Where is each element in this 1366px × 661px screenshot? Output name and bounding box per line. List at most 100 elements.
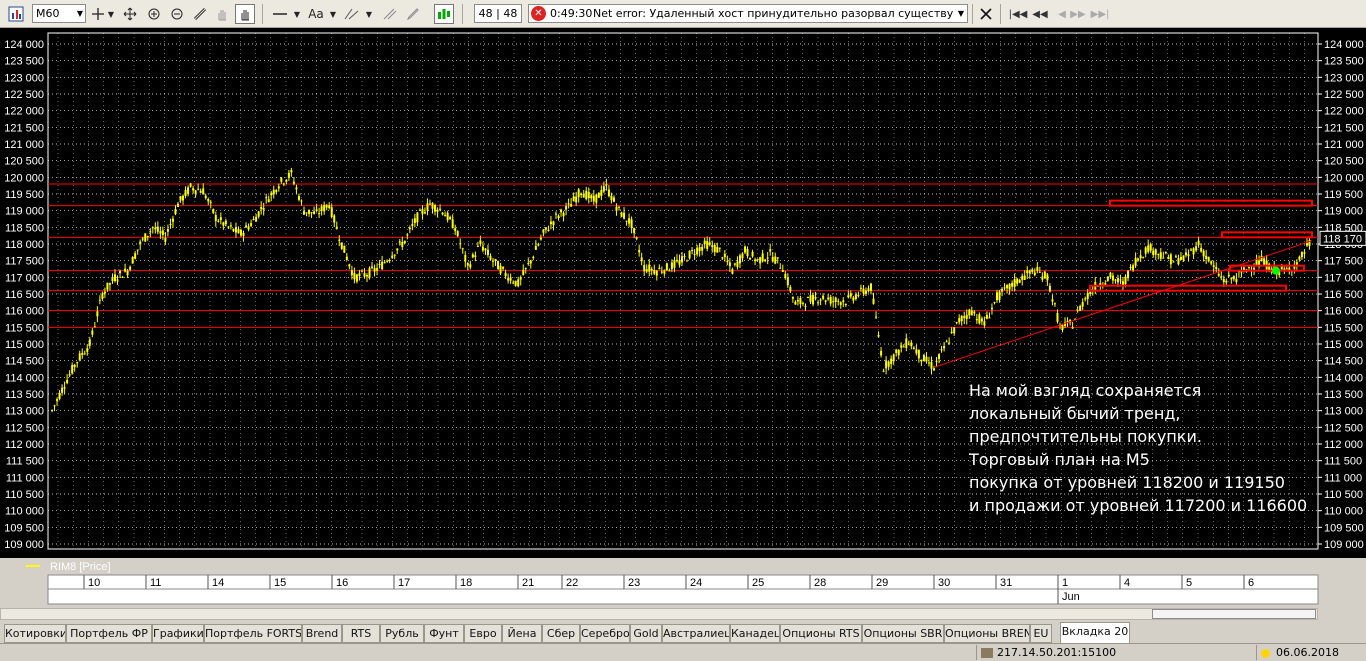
ruler-icon[interactable]	[190, 4, 210, 24]
candle-body	[204, 195, 207, 199]
tab-2[interactable]: Графики	[152, 624, 204, 643]
candle-body	[696, 247, 699, 255]
candle-body	[812, 294, 815, 305]
tab-14[interactable]: Канадец	[730, 624, 780, 643]
toolbar-separator	[1000, 4, 1001, 24]
tab-11[interactable]: Серебро	[580, 624, 630, 643]
tab-13[interactable]: Австралиец	[662, 624, 730, 643]
tab-16[interactable]: Опционы SBR	[862, 624, 944, 643]
candle-body	[910, 342, 913, 347]
candle-body	[245, 225, 248, 228]
tab-3[interactable]: Портфель FORTS	[204, 624, 302, 643]
candle-body	[948, 342, 951, 344]
crosshair-dropdown-icon[interactable]: ▼	[106, 4, 116, 24]
timeframe-select[interactable]: M60 ▼	[32, 4, 86, 23]
candle-body	[368, 268, 371, 278]
zoom-out-icon[interactable]	[167, 4, 187, 24]
scrollbar-thumb[interactable]	[1152, 609, 1316, 619]
y-tick-left: 109 500	[4, 522, 44, 534]
line-tool-icon[interactable]	[270, 4, 290, 24]
candle-body	[849, 293, 852, 297]
candle-body	[665, 263, 668, 271]
tab-12[interactable]: Gold	[630, 624, 662, 643]
go-next-icon[interactable]: ▶▶	[1070, 4, 1086, 24]
candle-body	[451, 219, 454, 229]
candle-body	[605, 184, 608, 186]
go-back-icon[interactable]: ◀◀	[1032, 4, 1048, 24]
candle-body	[590, 195, 593, 199]
candle-body	[497, 261, 500, 270]
tab-18[interactable]: EU	[1030, 624, 1052, 643]
pan-hand-icon[interactable]	[235, 4, 255, 24]
candle-body	[360, 270, 363, 272]
line-dropdown-icon[interactable]: ▼	[292, 4, 302, 24]
y-tick-left: 116 500	[5, 289, 44, 301]
tab-1[interactable]: Портфель ФР	[66, 624, 152, 643]
indicator-icon[interactable]	[342, 4, 362, 24]
text-tool-label: Aa	[308, 7, 324, 21]
edit-lines-icon[interactable]	[380, 4, 400, 24]
candle-body	[358, 273, 361, 276]
tab-9[interactable]: Йена	[502, 624, 542, 643]
candle-body	[262, 207, 265, 210]
tab-7[interactable]: Фунт	[424, 624, 464, 643]
indicator-dropdown-icon[interactable]: ▼	[364, 4, 374, 24]
candles-icon[interactable]	[434, 4, 454, 24]
candle-body	[292, 181, 295, 184]
tab-10[interactable]: Сбер	[542, 624, 580, 643]
crosshair-icon[interactable]	[88, 4, 108, 24]
price-chart[interactable]: 124 000 124 000 123 500 123 500 123 000 123 0…	[0, 28, 1366, 606]
chart-area[interactable]: 124 000 124 000 123 500 123 500 123 000 123 0…	[0, 28, 1366, 605]
candle-body	[839, 302, 842, 305]
candle-body	[645, 269, 648, 272]
candle-body	[814, 297, 817, 299]
close-icon[interactable]	[976, 4, 996, 24]
go-first-icon[interactable]: |◀◀	[1008, 4, 1028, 24]
y-tick-left: 110 000	[5, 506, 44, 518]
go-last-icon[interactable]: ▶▶|	[1090, 4, 1110, 24]
error-status-select[interactable]: ✕ 0:49:30 Net error: Удаленный хост прин…	[528, 4, 968, 23]
chart-scrollbar[interactable]	[0, 606, 1366, 622]
candle-body	[247, 226, 250, 230]
candle-body	[222, 222, 225, 226]
candle-body	[257, 211, 260, 217]
hand-icon[interactable]	[212, 4, 232, 24]
candle-body	[1006, 284, 1009, 289]
move-icon[interactable]	[120, 4, 140, 24]
tab-6[interactable]: Рубль	[380, 624, 424, 643]
pencil-icon[interactable]	[403, 4, 423, 24]
x-tick-label: 29	[876, 577, 888, 589]
chart-type-icon[interactable]	[6, 4, 26, 24]
candle-body	[492, 260, 494, 262]
tab-17[interactable]: Опционы BREND	[944, 624, 1030, 643]
zoom-in-icon[interactable]	[144, 4, 164, 24]
tab-15[interactable]: Опционы RTS	[780, 624, 862, 643]
go-prev-icon[interactable]: ◀	[1054, 4, 1070, 24]
server-address: 217.14.50.201:15100	[997, 646, 1117, 659]
candle-body	[265, 197, 268, 199]
tab-5[interactable]: RTS	[342, 624, 380, 643]
text-dropdown-icon[interactable]: ▼	[328, 4, 338, 24]
candle-body	[522, 269, 525, 275]
candle-body	[348, 264, 351, 267]
candle-body	[318, 213, 321, 215]
y-tick-right: 112 500	[1324, 422, 1363, 434]
tab-8[interactable]: Евро	[464, 624, 502, 643]
tab-0[interactable]: Котировки	[4, 624, 66, 643]
candle-body	[217, 220, 220, 222]
tab-4[interactable]: Brend	[302, 624, 342, 643]
y-tick-right: 120 000	[1324, 172, 1364, 184]
candle-body	[1008, 283, 1011, 290]
candle-body	[439, 208, 442, 210]
candle-body	[975, 318, 978, 321]
y-tick-left: 111 500	[6, 456, 44, 468]
scrollbar-track[interactable]	[0, 608, 1318, 620]
candle-body	[1013, 279, 1016, 287]
tab-19[interactable]: Вкладка 20	[1060, 622, 1130, 643]
text-tool-button[interactable]: Aa	[306, 4, 326, 24]
candle-body	[156, 226, 159, 232]
candle-body	[161, 230, 164, 235]
candle-body	[1248, 267, 1250, 269]
candle-body	[663, 270, 666, 274]
candle-body	[1031, 269, 1034, 272]
